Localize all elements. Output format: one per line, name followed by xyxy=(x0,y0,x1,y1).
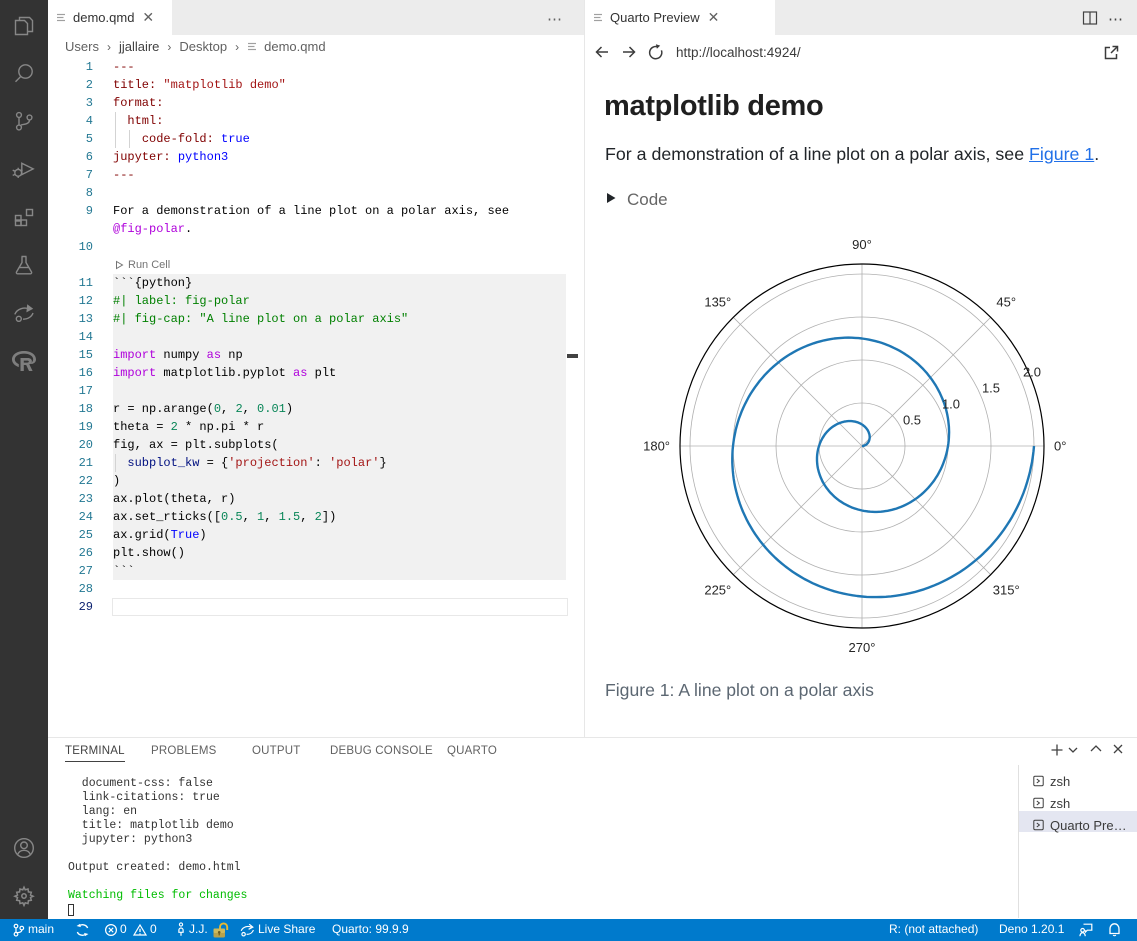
svg-text:315°: 315° xyxy=(993,583,1020,598)
svg-text:0°: 0° xyxy=(1054,439,1066,454)
svg-text:135°: 135° xyxy=(704,294,731,309)
svg-text:0.5: 0.5 xyxy=(903,413,921,428)
svg-text:225°: 225° xyxy=(704,583,731,598)
svg-text:45°: 45° xyxy=(996,294,1016,309)
svg-text:180°: 180° xyxy=(643,439,670,454)
svg-text:2.0: 2.0 xyxy=(1023,365,1041,380)
svg-text:1.0: 1.0 xyxy=(942,397,960,412)
svg-text:1.5: 1.5 xyxy=(982,381,1000,396)
svg-text:270°: 270° xyxy=(849,640,876,655)
svg-text:90°: 90° xyxy=(852,237,872,252)
